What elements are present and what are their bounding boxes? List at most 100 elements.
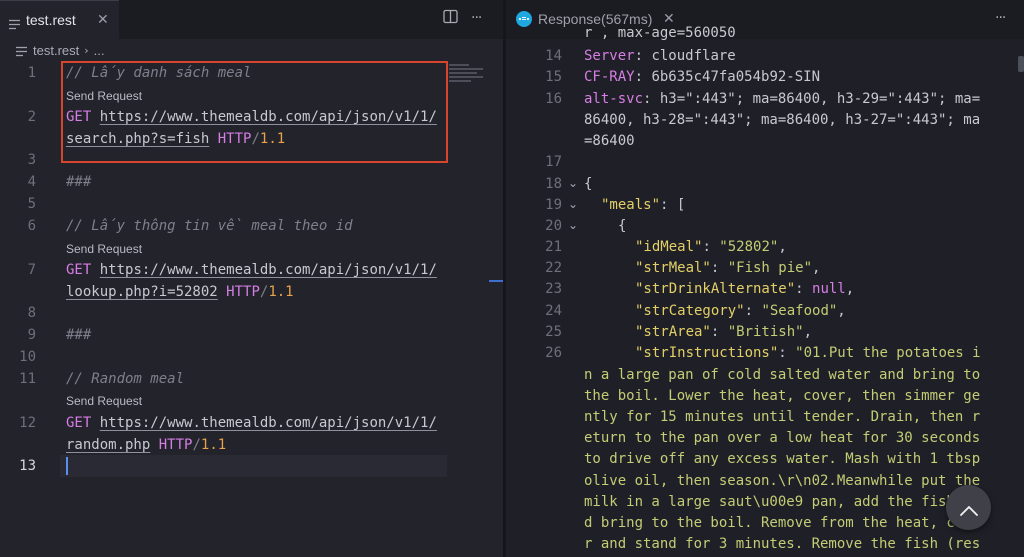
json-value-wrap[interactable]: the boil. Lower the heat, cover, then si… — [584, 385, 980, 407]
request-url[interactable]: random.php — [66, 437, 150, 453]
line-number: 15 — [545, 69, 562, 85]
send-request-link[interactable]: Send Request — [66, 89, 142, 103]
fold-chevron-down-icon[interactable]: ⌄ — [568, 218, 578, 232]
json-key: "idMeal" — [635, 239, 703, 255]
json-punct: : [ — [660, 197, 686, 213]
scrollbar-thumb[interactable] — [1018, 56, 1024, 72]
close-icon[interactable]: ✕ — [97, 12, 109, 28]
line-number: 11 — [19, 371, 36, 387]
split-editor-icon[interactable] — [443, 9, 458, 28]
file-lines-icon — [16, 45, 27, 56]
slash: / — [251, 131, 260, 147]
request-line-wrap[interactable]: search.php?s=fish HTTP/1.1 — [66, 128, 285, 150]
json-value-wrap[interactable]: n a large pan of cold salted water and b… — [584, 364, 980, 386]
response-header[interactable]: CF-RAY: 6b635c47fa054b92-SIN — [584, 66, 820, 88]
header-key: alt-svc — [584, 91, 644, 107]
breadcrumb-file[interactable]: test.rest — [33, 43, 79, 58]
request-url[interactable]: lookup.php?i=52802 — [66, 284, 218, 300]
request-url[interactable]: search.php?s=fish — [66, 131, 209, 147]
json-value: "52802" — [719, 239, 779, 255]
breadcrumb-rest[interactable]: ... — [94, 43, 105, 58]
json-value-wrap[interactable]: milk in a large saut\u00e9 pan, add the … — [584, 491, 980, 513]
tab-test-rest[interactable]: test.rest ✕ — [0, 0, 119, 39]
line-number: 6 — [27, 218, 36, 234]
response-header-wrap[interactable]: =86400 — [584, 130, 635, 152]
http-version: 1.1 — [259, 131, 286, 147]
code-comment[interactable]: // Random meal — [66, 368, 184, 390]
json-line[interactable]: "strMeal": "Fish pie", — [635, 257, 820, 279]
line-number: 16 — [545, 91, 562, 107]
chevron-up-icon — [959, 502, 979, 516]
response-header[interactable]: alt-svc: h3=":443"; ma=86400, h3-29=":44… — [584, 88, 980, 110]
json-value-wrap[interactable]: r and stand for 3 minutes. Remove the fi… — [584, 533, 980, 555]
json-line[interactable]: "strInstructions": "01.Put the potatoes … — [635, 342, 981, 364]
response-line-clipped[interactable]: r , max-age=560050 — [584, 22, 736, 44]
header-value: cloudflare — [651, 48, 736, 64]
response-header[interactable]: Server: cloudflare — [584, 45, 736, 67]
request-line[interactable]: GET https://www.themealdb.com/api/json/v… — [66, 412, 437, 434]
json-value: "Seafood" — [761, 303, 838, 319]
request-url[interactable]: https://www.themealdb.com/api/json/v1/1/ — [100, 109, 437, 125]
minimap[interactable] — [447, 62, 487, 86]
more-actions-icon[interactable]: ··· — [471, 10, 482, 26]
slash: / — [192, 437, 201, 453]
json-value-wrap[interactable]: olive oil, then season.\r\n02.Meanwhile … — [584, 470, 980, 492]
request-url[interactable]: https://www.themealdb.com/api/json/v1/1/ — [100, 262, 437, 278]
json-key: "strDrinkAlternate" — [635, 281, 796, 297]
request-separator[interactable]: ### — [66, 171, 91, 193]
request-line-wrap[interactable]: random.php HTTP/1.1 — [66, 434, 226, 456]
json-value-wrap[interactable]: d bring to the boil. Remove from the hea… — [584, 512, 980, 534]
request-editor-pane: test.rest ✕ ··· test.rest › ... 1 2 3 4 … — [0, 0, 503, 557]
line-number: 14 — [545, 48, 562, 64]
json-line[interactable]: "meals": [ — [601, 194, 685, 216]
http-method: GET — [66, 415, 92, 431]
text-cursor — [66, 457, 68, 475]
more-actions-icon[interactable]: ··· — [995, 10, 1006, 26]
http-protocol: HTTP — [158, 437, 193, 453]
request-url[interactable]: https://www.themealdb.com/api/json/v1/1/ — [100, 415, 437, 431]
code-comment[interactable]: // Lấy thông tin về meal theo id — [66, 215, 353, 237]
json-line[interactable]: "strArea": "British", — [635, 321, 812, 343]
rest-client-logo-icon — [516, 11, 532, 27]
scrollbar-marker — [489, 280, 503, 282]
line-number: 8 — [27, 305, 36, 321]
request-separator[interactable]: ### — [66, 324, 91, 346]
file-lines-icon — [9, 15, 20, 30]
json-line[interactable]: "strDrinkAlternate": null, — [635, 278, 854, 300]
line-number: 20 — [545, 218, 562, 234]
json-value-wrap[interactable]: eturn to the pan over a low heat for 30 … — [584, 427, 980, 449]
fold-chevron-down-icon[interactable]: ⌄ — [568, 176, 578, 190]
send-request-link[interactable]: Send Request — [66, 242, 142, 256]
json-brace[interactable]: { — [584, 173, 592, 195]
line-number: 4 — [27, 174, 36, 190]
response-header-wrap[interactable]: 86400, h3-28=":443"; ma=86400, h3-27=":4… — [584, 109, 980, 131]
line-number: 10 — [19, 349, 36, 365]
fold-chevron-down-icon[interactable]: ⌄ — [568, 197, 578, 211]
line-number: 19 — [545, 197, 562, 213]
request-line[interactable]: GET https://www.themealdb.com/api/json/v… — [66, 259, 437, 281]
json-brace[interactable]: { — [618, 215, 626, 237]
chevron-right-icon: › — [84, 43, 89, 57]
json-line[interactable]: "idMeal": "52802", — [635, 236, 787, 258]
line-number: 12 — [19, 415, 36, 431]
scroll-to-top-button[interactable] — [946, 485, 991, 530]
json-line[interactable]: "strCategory": "Seafood", — [635, 300, 846, 322]
line-number-active: 13 — [19, 458, 36, 474]
json-value-wrap[interactable]: to drive off any excess water. Mash with… — [584, 448, 980, 470]
send-request-link[interactable]: Send Request — [66, 394, 142, 408]
line-number: 1 — [27, 65, 36, 81]
http-version: 1.1 — [268, 284, 294, 300]
line-number: 18 — [545, 176, 562, 192]
json-key: "strArea" — [635, 324, 711, 340]
code-comment[interactable]: // Lấy danh sách meal — [66, 62, 251, 84]
header-value: h3=":443"; ma=86400, h3-29=":443"; ma= — [659, 91, 981, 107]
line-number: 17 — [545, 154, 562, 170]
request-line[interactable]: GET https://www.themealdb.com/api/json/v… — [66, 106, 437, 128]
line-number: 2 — [27, 109, 36, 125]
request-line-wrap[interactable]: lookup.php?i=52802 HTTP/1.1 — [66, 281, 294, 303]
tab-label: test.rest — [26, 12, 76, 28]
response-pane: Response(567ms) ✕ ··· r , max-age=560050… — [506, 0, 1024, 557]
breadcrumb: test.rest › ... — [0, 39, 503, 61]
json-value-wrap[interactable]: ntly for 15 minutes until tender. Drain,… — [584, 406, 980, 428]
left-tab-bar: test.rest ✕ ··· — [0, 0, 503, 39]
